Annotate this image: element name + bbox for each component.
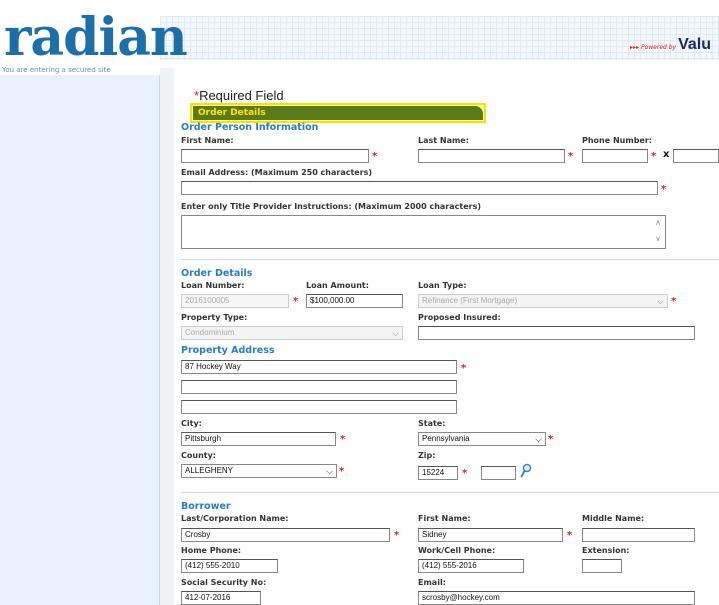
address-line3-input[interactable] <box>181 400 457 414</box>
borrower-last-name-label: Last/Corporation Name: <box>181 514 289 523</box>
magnifier-icon[interactable] <box>520 463 532 479</box>
instructions-textarea[interactable]: ∧ ∨ <box>181 215 666 249</box>
required-field-text: Required Field <box>199 88 284 103</box>
borrower-middle-name-label: Middle Name: <box>582 514 645 523</box>
loan-number-input: 2016100005 <box>181 294 289 308</box>
required-asterisk: * <box>651 151 657 162</box>
zip-label: Zip: <box>418 451 436 460</box>
borrower-first-name-input[interactable]: Sidney <box>418 528 563 542</box>
borrower-heading: Borrower <box>181 501 231 512</box>
order-phone-ext-input[interactable] <box>673 149 719 163</box>
order-phone-input[interactable] <box>582 149 648 163</box>
section-divider <box>181 492 719 493</box>
state-value: Pennsylvania <box>422 434 470 443</box>
city-label: City: <box>181 419 202 428</box>
county-value: ALLEGHENY <box>185 466 234 475</box>
ssn-label: Social Security No: <box>181 578 267 587</box>
proposed-insured-label: Proposed Insured: <box>418 313 501 322</box>
loan-amount-label: Loan Amount: <box>306 281 369 290</box>
loan-number-label: Loan Number: <box>181 281 245 290</box>
city-input[interactable]: Pittsburgh <box>181 432 336 446</box>
left-sidebar <box>0 75 160 605</box>
required-asterisk: * <box>462 468 468 479</box>
required-asterisk: * <box>548 434 554 445</box>
borrower-email-label: Email: <box>418 578 446 587</box>
section-divider <box>181 259 719 260</box>
borrower-last-name-input[interactable]: Crosby <box>181 528 390 542</box>
home-phone-input[interactable]: (412) 555-2010 <box>181 559 278 573</box>
loan-type-select: Refinance (First Mortgage) ⌵ <box>418 294 668 308</box>
required-asterisk: * <box>568 151 574 162</box>
home-phone-label: Home Phone: <box>181 546 242 555</box>
order-last-name-input[interactable] <box>418 149 565 163</box>
main-content: *Required Field Order Details Order Pers… <box>160 68 719 605</box>
loan-amount-input[interactable]: $100,000.00 <box>306 294 403 308</box>
proposed-insured-input[interactable] <box>418 326 695 340</box>
required-asterisk: * <box>671 296 677 307</box>
extension-input[interactable] <box>582 559 622 573</box>
required-asterisk: * <box>394 530 400 541</box>
chevron-down-icon: ⌵ <box>657 296 664 306</box>
county-select[interactable]: ALLEGHENY ⌵ <box>181 464 337 478</box>
powered-by-brand: Valu <box>678 36 711 53</box>
radian-logo: radian <box>4 7 188 68</box>
zip-ext-input[interactable] <box>481 466 516 480</box>
order-details-section-bar[interactable]: Order Details <box>190 103 486 123</box>
state-label: State: <box>418 419 446 428</box>
zip-input[interactable]: 15224 <box>418 466 458 480</box>
property-type-select: Condominium ⌵ <box>181 326 403 340</box>
required-asterisk: * <box>461 363 467 374</box>
ssn-input[interactable]: 412-07-2016 <box>181 591 261 605</box>
address-line2-input[interactable] <box>181 380 457 394</box>
last-name-label: Last Name: <box>418 136 469 145</box>
order-details-section-title: Order Details <box>193 106 483 120</box>
phone-ext-separator: x <box>663 149 670 160</box>
required-asterisk: * <box>567 530 573 541</box>
powered-by: ▸▸▸ Powered by Valu <box>630 36 711 54</box>
form-panel: *Required Field Order Details Order Pers… <box>174 68 719 605</box>
required-asterisk: * <box>372 151 378 162</box>
work-phone-label: Work/Cell Phone: <box>418 546 496 555</box>
required-asterisk: * <box>340 434 346 445</box>
state-select[interactable]: Pennsylvania ⌵ <box>418 432 546 446</box>
order-details-heading: Order Details <box>181 268 253 279</box>
instructions-label: Enter only Title Provider Instructions: … <box>181 202 481 211</box>
loan-type-value: Refinance (First Mortgage) <box>422 296 518 305</box>
order-person-heading: Order Person Information <box>181 122 319 133</box>
property-type-label: Property Type: <box>181 313 248 322</box>
borrower-email-input[interactable]: scrosby@hockey.com <box>418 591 695 605</box>
chevron-down-icon: ⌵ <box>326 466 333 476</box>
scroll-up-icon[interactable]: ∧ <box>655 218 661 227</box>
loan-type-label: Loan Type: <box>418 281 467 290</box>
order-email-input[interactable] <box>181 181 658 195</box>
order-first-name-input[interactable] <box>181 149 369 163</box>
borrower-first-name-label: First Name: <box>418 514 471 523</box>
borrower-middle-name-input[interactable] <box>582 528 695 542</box>
scroll-down-icon[interactable]: ∨ <box>655 234 661 243</box>
required-asterisk: * <box>339 466 345 477</box>
header: radian ▸▸▸ Powered by Valu <box>0 0 719 68</box>
secure-site-notice: You are entering a secured site <box>2 66 111 74</box>
property-type-value: Condominium <box>185 328 235 337</box>
required-field-note: *Required Field <box>194 88 284 103</box>
work-phone-input[interactable]: (412) 555-2016 <box>418 559 524 573</box>
powered-by-label: ▸▸▸ Powered by <box>630 44 677 51</box>
address-line1-input[interactable]: 87 Hockey Way <box>181 360 457 374</box>
property-address-heading: Property Address <box>181 345 275 356</box>
extension-label: Extension: <box>582 546 630 555</box>
chevron-down-icon: ⌵ <box>392 328 399 338</box>
email-label: Email Address: (Maximum 250 characters) <box>181 168 373 177</box>
chevron-down-icon: ⌵ <box>535 434 542 444</box>
first-name-label: First Name: <box>181 136 234 145</box>
county-label: County: <box>181 451 216 460</box>
required-asterisk: * <box>293 296 299 307</box>
required-asterisk: * <box>661 184 667 195</box>
phone-number-label: Phone Number: <box>582 136 652 145</box>
